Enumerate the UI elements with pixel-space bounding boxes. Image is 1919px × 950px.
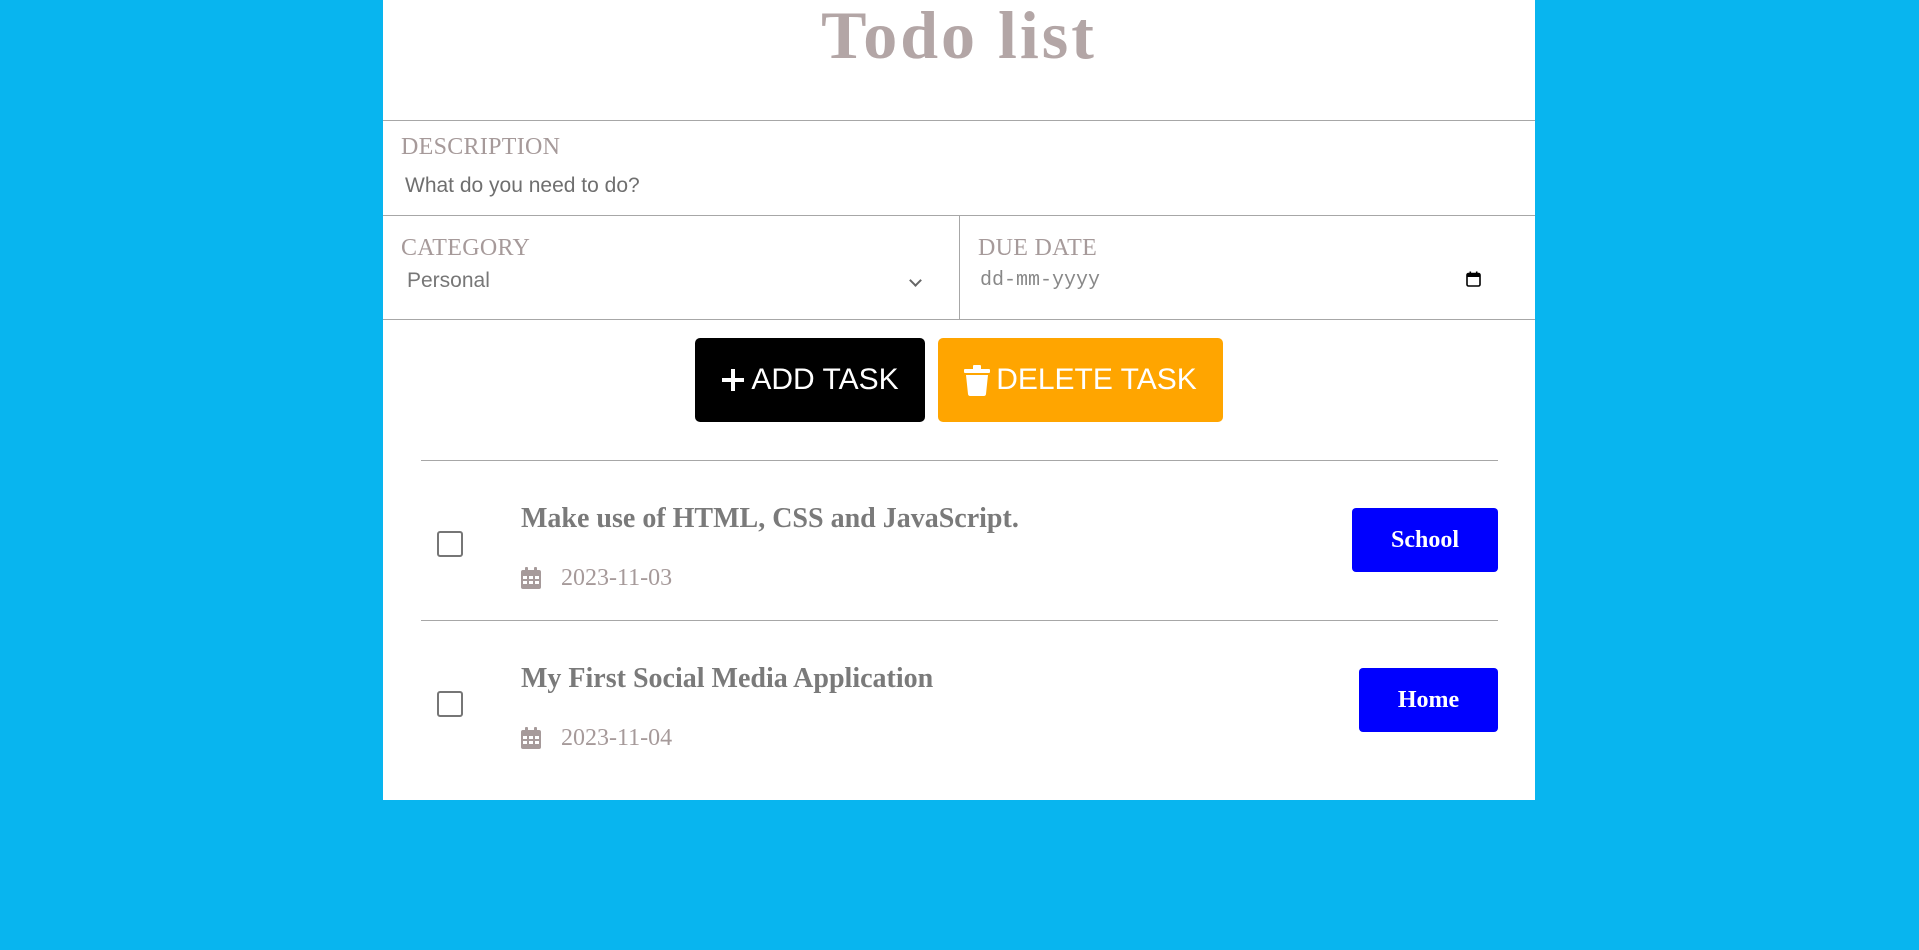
calendar-icon[interactable] <box>1466 271 1481 287</box>
todo-card: Todo list DESCRIPTION CATEGORY Personal … <box>383 0 1535 800</box>
category-select[interactable]: Personal <box>401 266 922 296</box>
delete-task-button[interactable]: DELETE TASK <box>938 338 1223 422</box>
due-date-label: DUE DATE <box>978 235 1098 261</box>
delete-task-label: DELETE TASK <box>996 363 1197 396</box>
task-date: 2023-11-04 <box>561 725 673 751</box>
field-divider <box>959 216 960 319</box>
calendar-icon <box>521 727 541 749</box>
description-label: DESCRIPTION <box>401 134 561 160</box>
add-task-label: ADD TASK <box>751 363 899 396</box>
divider <box>383 120 1535 121</box>
task-checkbox[interactable] <box>437 531 463 557</box>
category-select-value: Personal <box>407 269 490 292</box>
task-item: Make use of HTML, CSS and JavaScript. 20… <box>421 461 1498 621</box>
chevron-down-icon <box>909 274 922 287</box>
category-label: CATEGORY <box>401 235 531 261</box>
page-title: Todo list <box>821 0 1097 73</box>
due-date-input[interactable]: dd-mm-yyyy <box>980 266 1496 296</box>
task-title: My First Social Media Application <box>521 663 934 694</box>
due-date-placeholder: dd-mm-yyyy <box>980 269 1101 292</box>
divider <box>383 319 1535 320</box>
category-tag: School <box>1352 508 1498 572</box>
task-checkbox[interactable] <box>437 691 463 717</box>
task-item: My First Social Media Application 2023-1… <box>421 621 1498 781</box>
calendar-icon <box>521 567 541 589</box>
add-task-button[interactable]: ADD TASK <box>695 338 925 422</box>
task-date: 2023-11-03 <box>561 565 673 591</box>
task-title: Make use of HTML, CSS and JavaScript. <box>521 503 1019 534</box>
trash-icon <box>964 364 991 396</box>
plus-icon <box>721 368 745 392</box>
description-input[interactable] <box>401 171 1515 201</box>
category-tag: Home <box>1359 668 1498 732</box>
